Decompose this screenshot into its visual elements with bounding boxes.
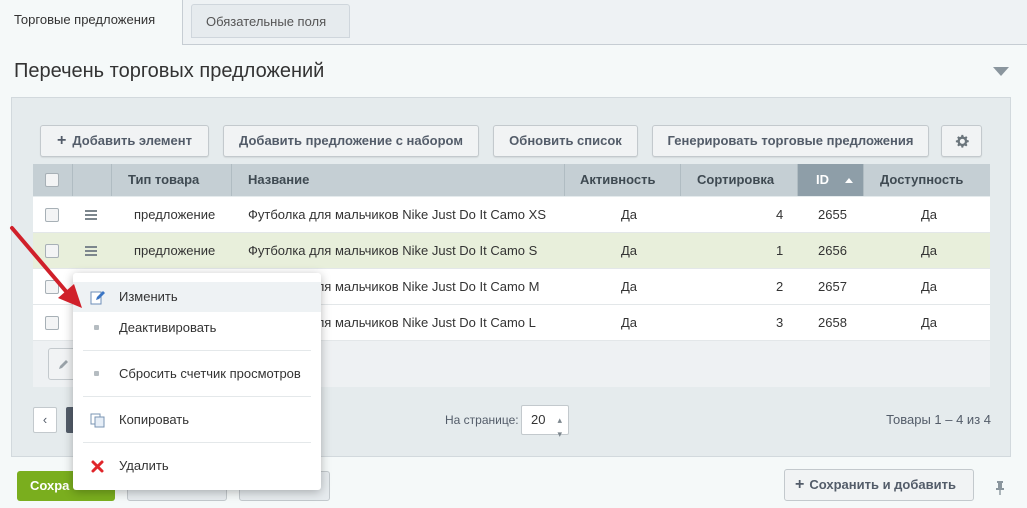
refresh-list-button[interactable]: Обновить список xyxy=(493,125,638,157)
cell-sort: 1 xyxy=(776,243,784,258)
row-menu-icon[interactable] xyxy=(85,210,97,220)
total-count: Товары 1 – 4 из 4 xyxy=(886,412,991,427)
bullet-icon xyxy=(94,325,99,330)
menu-separator xyxy=(83,396,311,397)
settings-button[interactable] xyxy=(941,125,982,157)
cell-availability: Да xyxy=(921,207,938,222)
add-element-button[interactable]: + Добавить элемент xyxy=(40,125,209,157)
cell-name: Футболка для мальчиков Nike Just Do It C… xyxy=(248,207,546,222)
cell-type: предложение xyxy=(134,207,216,222)
menu-separator xyxy=(83,442,311,443)
add-offer-set-button[interactable]: Добавить предложение с набором xyxy=(223,125,479,157)
prev-page-button[interactable]: ‹ xyxy=(33,407,57,433)
collapse-icon[interactable] xyxy=(993,67,1009,76)
per-page-select[interactable]: 20 ▴ ▾ xyxy=(521,405,569,439)
table-header: Тип товара Название Активность Сортировк… xyxy=(33,164,990,196)
delete-icon xyxy=(91,460,104,473)
cell-availability: Да xyxy=(921,315,938,330)
cell-id: 2658 xyxy=(818,315,847,330)
gear-icon xyxy=(955,134,969,148)
tab-required-fields[interactable]: Обязательные поля xyxy=(191,4,350,38)
header-id[interactable]: ID xyxy=(798,164,864,196)
cell-id: 2657 xyxy=(818,279,847,294)
select-all-checkbox[interactable] xyxy=(45,173,59,187)
header-name[interactable]: Название xyxy=(232,164,565,196)
stepper-icon: ▴ ▾ xyxy=(557,415,562,439)
cell-sort: 3 xyxy=(776,315,784,330)
save-and-add-button[interactable]: + Сохранить и добавить xyxy=(784,469,974,501)
header-actions xyxy=(73,164,112,196)
menu-item-deactivate[interactable]: Деактивировать xyxy=(73,313,321,343)
pin-icon[interactable] xyxy=(994,480,1006,496)
tab-bar: Торговые предложения Обязательные поля xyxy=(0,0,1027,45)
section-title: Перечень торговых предложений xyxy=(14,60,325,82)
cell-availability: Да xyxy=(921,279,938,294)
cell-name: Футболка для мальчиков Nike Just Do It C… xyxy=(248,243,538,258)
header-sort[interactable]: Сортировка xyxy=(681,164,798,196)
plus-icon: + xyxy=(57,132,67,149)
cell-active: Да xyxy=(621,243,638,258)
tab-trade-offers[interactable]: Торговые предложения xyxy=(0,0,183,45)
plus-icon: + xyxy=(795,476,805,493)
menu-separator xyxy=(83,350,311,351)
header-active[interactable]: Активность xyxy=(565,164,681,196)
cell-id: 2655 xyxy=(818,207,847,222)
cell-active: Да xyxy=(621,315,638,330)
menu-item-delete[interactable]: Удалить xyxy=(73,451,321,481)
header-select-all[interactable] xyxy=(33,164,73,196)
per-page-label: На странице: xyxy=(445,413,519,427)
cell-active: Да xyxy=(621,207,638,222)
cell-active: Да xyxy=(621,279,638,294)
menu-item-copy[interactable]: Копировать xyxy=(73,405,321,435)
menu-item-reset-views[interactable]: Сбросить счетчик просмотров xyxy=(73,359,321,389)
copy-icon xyxy=(90,413,105,428)
row-context-menu: Изменить Деактивировать Сбросить счетчик… xyxy=(73,273,321,490)
cell-type: предложение xyxy=(134,243,216,258)
cell-availability: Да xyxy=(921,243,938,258)
annotation-arrow-icon xyxy=(10,226,82,308)
menu-item-edit[interactable]: Изменить xyxy=(73,282,321,312)
cell-sort: 2 xyxy=(776,279,784,294)
bullet-icon xyxy=(94,371,99,376)
cell-id: 2656 xyxy=(818,243,847,258)
generate-offers-button[interactable]: Генерировать торговые предложения xyxy=(652,125,929,157)
pencil-icon xyxy=(59,360,68,369)
header-type[interactable]: Тип товара xyxy=(112,164,232,196)
sort-asc-icon xyxy=(845,178,853,184)
header-availability[interactable]: Доступность xyxy=(864,164,990,196)
table-row[interactable]: предложение Футболка для мальчиков Nike … xyxy=(33,233,990,269)
table-row[interactable]: предложение Футболка для мальчиков Nike … xyxy=(33,197,990,233)
cell-sort: 4 xyxy=(776,207,784,222)
